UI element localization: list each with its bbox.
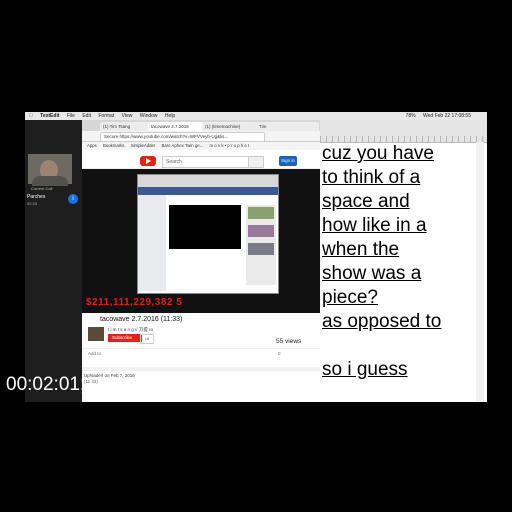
address-bar: Secure https://www.youtube.com/watch?v=W… [82,131,320,142]
text-line [322,334,472,358]
search-icon[interactable] [248,156,264,168]
text-line: show was a [322,263,422,284]
menu-edit[interactable]: Edit [82,113,91,119]
video-timecode: 00:02:01;12 [6,374,107,395]
text-line: so i guess [322,359,408,380]
bookmark-bookmarks[interactable]: Bookmarks [103,143,125,148]
editor-text-area[interactable]: cuz you have to think of a space and how… [322,142,472,382]
subscriber-count: 16 [140,334,154,344]
add-to-button[interactable]: Add to [88,351,101,356]
menu-window[interactable]: Window [140,113,158,119]
text-line: when the [322,239,400,260]
bookmark-aphex[interactable]: Bare Aphex Twin ge... [162,143,204,148]
channel-avatar[interactable] [88,327,104,341]
text-line: how like in a [322,215,427,236]
shared-video [169,205,241,249]
callee-body [32,176,68,186]
bookmark-monk-prophet[interactable]: m o n k • p r o p h e t [209,143,249,148]
shared-screen-frame [137,174,279,294]
bookmark-apps[interactable]: Apps [87,143,97,148]
thumbnail [248,225,274,237]
apple-icon[interactable]:  [29,113,33,119]
bookmarks-bar: Apps Bookmarks SimpleAdder Bare Aphex Tw… [82,142,320,150]
shared-toolbar [138,175,278,187]
shared-thumbnails [246,205,276,285]
browser-window: (1) Tim Tsang tacowave 2.7.2016 (1) (tim… [82,120,320,402]
thumbnail [248,207,274,219]
video-info: tacowave 2.7.2016 (11:33) t i m t s a n … [82,313,320,402]
call-duration: 02:43 [27,201,38,206]
text-editor-window: cuz you have to think of a space and how… [320,120,487,402]
tab-tim[interactable]: Tim [256,122,319,131]
shared-sidebar [138,195,166,291]
text-line: as opposed to [322,311,442,332]
text-line: space and [322,191,410,212]
thumbnail [248,243,274,255]
battery-level[interactable]: 78% [406,113,416,119]
bookmark-simpleadder[interactable]: SimpleAdder [131,143,156,148]
divider [82,367,320,371]
video-player[interactable]: $211,111,229,382 5 [82,169,320,313]
call-status-label: Current Call [31,186,53,191]
subscribe-button[interactable]: Subscribe [108,334,142,342]
play-icon [146,158,151,164]
screen-capture:  TextEdit File Edit Format View Window … [25,112,487,402]
text-line: piece? [322,287,378,308]
sign-in-button[interactable]: Sign in [279,156,297,166]
menu-bar:  TextEdit File Edit Format View Window … [25,112,487,120]
divider [82,348,320,349]
menu-format[interactable]: Format [98,113,114,119]
money-counter: $211,111,229,382 5 [86,297,183,308]
contact-name: Parches [27,194,46,200]
menubar-clock[interactable]: Wed Feb 22 17:08:55 [423,113,471,119]
shared-facebook-bar [138,187,278,195]
channel-name[interactable]: t i m t s a n g // 刀提 ro [108,327,153,333]
info-icon[interactable]: i [68,194,78,204]
callee-video [28,154,72,186]
call-panel: Current Call Parches 02:43 i [25,120,82,402]
tab-tacowave[interactable]: tacowave 2.7.2016 [148,122,203,131]
like-count[interactable]: 0 [278,351,281,356]
tab-bar: (1) Tim Tsang tacowave 2.7.2016 (1) (tim… [82,120,320,131]
youtube-header: Search Sign in [82,151,320,169]
tab-timemachine[interactable]: (1) (timemachine) [202,122,257,131]
editor-scrollbar[interactable] [476,142,484,402]
video-title: tacowave 2.7.2016 (11:33) [100,316,183,323]
youtube-search-input[interactable]: Search [162,156,249,168]
url-field[interactable]: Secure https://www.youtube.com/watch?v=W… [100,132,265,142]
text-line: to think of a [322,167,421,188]
view-count: 55 views [276,338,302,345]
tab-tim-tsang[interactable]: (1) Tim Tsang [100,122,149,131]
text-line: cuz you have [322,143,434,164]
menu-file[interactable]: File [67,113,75,119]
menu-help[interactable]: Help [165,113,175,119]
menu-app-name[interactable]: TextEdit [40,113,59,119]
menu-view[interactable]: View [122,113,133,119]
